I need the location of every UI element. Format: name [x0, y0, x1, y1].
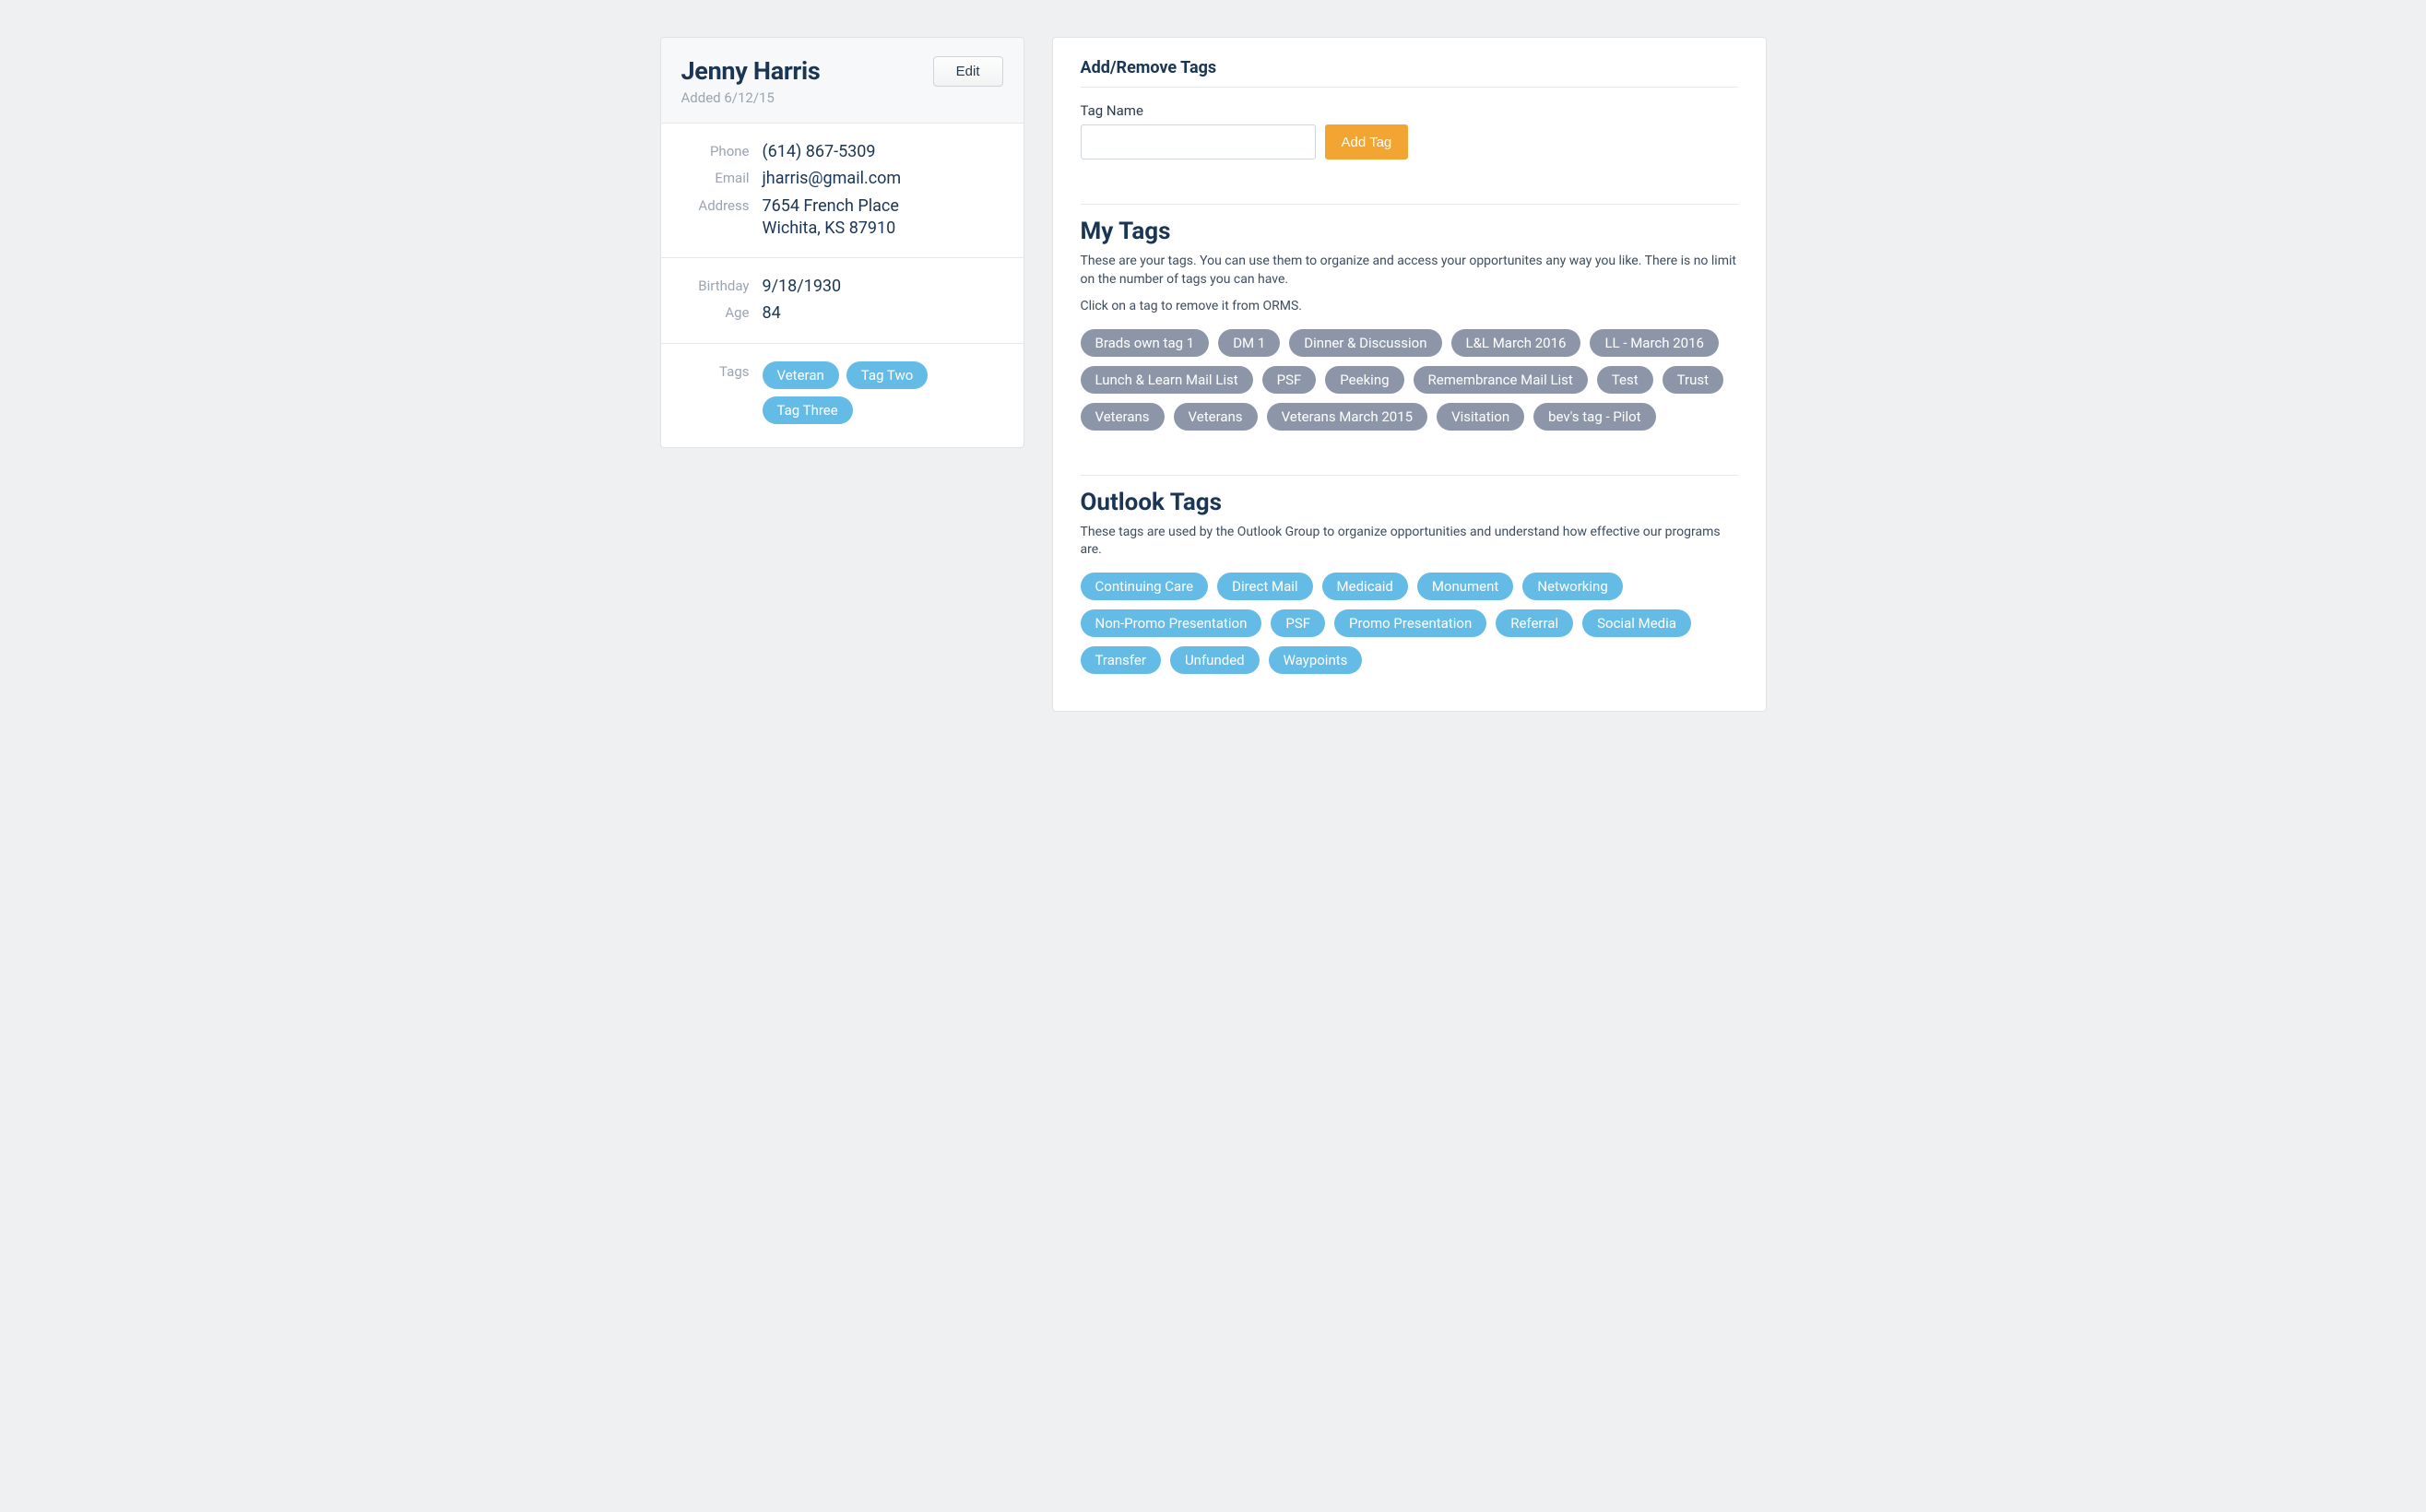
- birthday-value: 9/18/1930: [763, 276, 842, 298]
- outlook-tag[interactable]: Monument: [1417, 573, 1514, 600]
- my-tags-list: Brads own tag 1 DM 1 Dinner & Discussion L&…: [1081, 329, 1738, 431]
- address-label: Address: [661, 195, 750, 214]
- my-tag[interactable]: Veterans: [1081, 403, 1165, 431]
- add-tag-button[interactable]: Add Tag: [1325, 124, 1409, 159]
- tags-section: Tags VeteranTag Two Tag Three: [661, 344, 1024, 447]
- my-tag[interactable]: Trust: [1663, 366, 1723, 394]
- my-tag[interactable]: Lunch & Learn Mail List: [1081, 366, 1253, 394]
- my-tag[interactable]: bev's tag - Pilot: [1533, 403, 1655, 431]
- profile-card: Jenny Harris Added 6/12/15 Edit Phone (6…: [660, 37, 1024, 448]
- add-remove-title: Add/Remove Tags: [1081, 58, 1738, 77]
- email-label: Email: [661, 168, 750, 186]
- my-tag[interactable]: Remembrance Mail List: [1414, 366, 1588, 394]
- outlook-tags-title: Outlook Tags: [1081, 489, 1738, 516]
- my-tag[interactable]: Veterans: [1174, 403, 1258, 431]
- outlook-tags-section: Outlook Tags These tags are used by the …: [1081, 475, 1738, 674]
- outlook-tag[interactable]: Referral: [1496, 609, 1573, 637]
- my-tag[interactable]: Test: [1597, 366, 1653, 394]
- tags-label: Tags: [661, 361, 750, 380]
- birth-section: Birthday 9/18/1930 Age 84: [661, 258, 1024, 344]
- my-tag[interactable]: Visitation: [1437, 403, 1524, 431]
- divider: [1081, 204, 1738, 205]
- outlook-tag[interactable]: Waypoints: [1269, 646, 1363, 674]
- contact-section: Phone (614) 867-5309 Email jharris@gmail…: [661, 124, 1024, 258]
- age-value: 84: [763, 302, 781, 325]
- outlook-tag[interactable]: Networking: [1522, 573, 1622, 600]
- my-tag[interactable]: LL - March 2016: [1590, 329, 1719, 357]
- my-tag[interactable]: Veterans March 2015: [1267, 403, 1428, 431]
- address-line2: Wichita, KS 87910: [763, 218, 899, 240]
- my-tag[interactable]: Brads own tag 1: [1081, 329, 1210, 357]
- outlook-tag[interactable]: Unfunded: [1170, 646, 1260, 674]
- address-value: 7654 French Place Wichita, KS 87910: [763, 195, 899, 241]
- outlook-tag[interactable]: Medicaid: [1322, 573, 1408, 600]
- profile-tag[interactable]: Tag Two: [846, 361, 929, 389]
- my-tag[interactable]: L&L March 2016: [1451, 329, 1581, 357]
- profile-name: Jenny Harris: [681, 56, 821, 86]
- outlook-tags-list: Continuing Care Direct Mail Medicaid Monume…: [1081, 573, 1738, 674]
- profile-added-date: Added 6/12/15: [681, 89, 821, 106]
- my-tags-title: My Tags: [1081, 218, 1738, 245]
- my-tags-desc2: Click on a tag to remove it from ORMS.: [1081, 298, 1738, 316]
- outlook-tag[interactable]: Transfer: [1081, 646, 1161, 674]
- profile-tag[interactable]: Tag Three: [763, 396, 853, 424]
- phone-label: Phone: [661, 141, 750, 159]
- profile-header: Jenny Harris Added 6/12/15 Edit: [661, 38, 1024, 124]
- profile-tag-list: VeteranTag Two Tag Three: [763, 361, 1003, 424]
- birthday-label: Birthday: [661, 276, 750, 294]
- my-tag[interactable]: PSF: [1262, 366, 1317, 394]
- address-line1: 7654 French Place: [763, 195, 899, 218]
- email-value: jharris@gmail.com: [763, 168, 902, 190]
- divider: [1081, 475, 1738, 476]
- outlook-tags-desc: These tags are used by the Outlook Group…: [1081, 524, 1738, 560]
- tag-name-input[interactable]: [1081, 124, 1316, 159]
- phone-value: (614) 867-5309: [763, 141, 876, 163]
- tags-panel: Add/Remove Tags Tag Name Add Tag My Tags…: [1052, 37, 1767, 712]
- outlook-tag[interactable]: Promo Presentation: [1334, 609, 1486, 637]
- my-tag[interactable]: Dinner & Discussion: [1289, 329, 1441, 357]
- outlook-tag[interactable]: Non-Promo Presentation: [1081, 609, 1262, 637]
- outlook-tag[interactable]: PSF: [1271, 609, 1325, 637]
- my-tag[interactable]: DM 1: [1218, 329, 1280, 357]
- edit-button[interactable]: Edit: [933, 56, 1003, 87]
- outlook-tag[interactable]: Social Media: [1582, 609, 1691, 637]
- my-tag[interactable]: Peeking: [1325, 366, 1403, 394]
- outlook-tag[interactable]: Direct Mail: [1217, 573, 1312, 600]
- outlook-tag[interactable]: Continuing Care: [1081, 573, 1209, 600]
- divider: [1081, 87, 1738, 88]
- profile-tag[interactable]: Veteran: [763, 361, 839, 389]
- age-label: Age: [661, 302, 750, 321]
- my-tags-desc1: These are your tags. You can use them to…: [1081, 253, 1738, 289]
- my-tags-section: My Tags These are your tags. You can use…: [1081, 204, 1738, 431]
- add-remove-section: Add/Remove Tags Tag Name Add Tag: [1081, 58, 1738, 159]
- tag-name-label: Tag Name: [1081, 102, 1738, 119]
